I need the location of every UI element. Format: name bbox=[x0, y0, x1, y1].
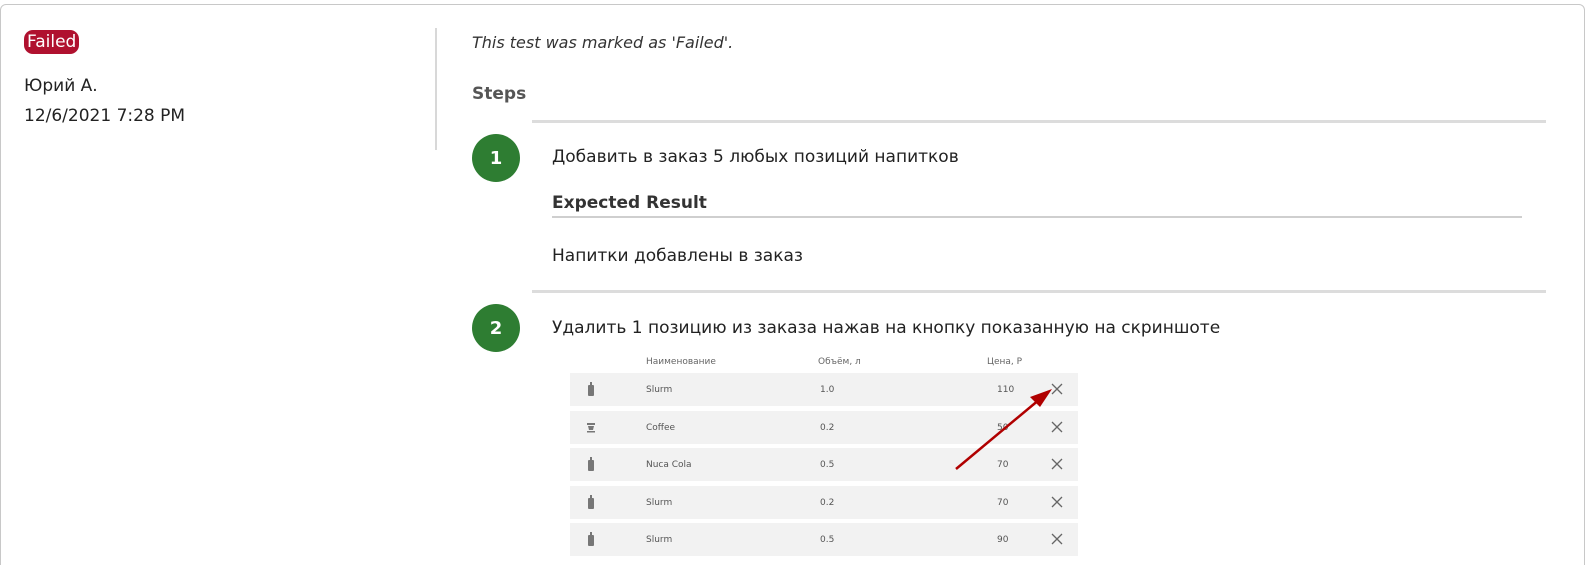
row-volume: 0.2 bbox=[820, 498, 835, 508]
row-name: Slurm bbox=[646, 535, 673, 545]
step-separator bbox=[532, 290, 1546, 293]
remove-item-icon[interactable] bbox=[1049, 419, 1065, 435]
order-row: Slurm 0.2 70 bbox=[570, 486, 1078, 519]
column-header-volume: Объём, л bbox=[818, 357, 861, 367]
remove-item-icon[interactable] bbox=[1049, 531, 1065, 547]
row-price: 70 bbox=[997, 460, 1009, 470]
order-row: Slurm 0.5 90 bbox=[570, 523, 1078, 556]
order-row: Slurm 1.0 110 bbox=[570, 373, 1078, 406]
result-date: 12/6/2021 7:28 PM bbox=[24, 106, 186, 126]
steps-heading: Steps bbox=[472, 84, 527, 104]
coffee-cup-icon bbox=[587, 423, 595, 433]
bottle-icon bbox=[588, 457, 594, 471]
row-price: 90 bbox=[997, 535, 1009, 545]
status-badge: Failed bbox=[24, 30, 80, 54]
bottle-icon bbox=[588, 532, 594, 546]
bottle-icon bbox=[588, 382, 594, 396]
row-price: 70 bbox=[997, 498, 1009, 508]
column-header-name: Наименование bbox=[646, 357, 716, 367]
remove-item-icon[interactable] bbox=[1049, 381, 1065, 397]
column-divider bbox=[435, 28, 437, 150]
author-name: Юрий А. bbox=[24, 76, 98, 96]
expected-result-separator bbox=[552, 216, 1522, 218]
step-number-badge: 2 bbox=[472, 304, 520, 352]
row-volume: 0.5 bbox=[820, 460, 835, 470]
result-meta: Failed Юрий А. 12/6/2021 7:28 PM bbox=[24, 30, 424, 128]
step-description: Добавить в заказ 5 любых позиций напитко… bbox=[552, 147, 959, 167]
expected-result-text: Напитки добавлены в заказ bbox=[552, 246, 803, 266]
row-price: 50 bbox=[997, 423, 1009, 433]
column-header-price: Цена, Р bbox=[987, 357, 1023, 367]
remove-item-icon[interactable] bbox=[1049, 456, 1065, 472]
row-name: Nuca Cola bbox=[646, 460, 692, 470]
order-row: Coffee 0.2 50 bbox=[570, 411, 1078, 444]
step-separator bbox=[532, 120, 1546, 123]
row-name: Slurm bbox=[646, 498, 673, 508]
step-screenshot: Наименование Объём, л Цена, Р Slurm 1.0 … bbox=[570, 355, 1080, 565]
result-note: This test was marked as 'Failed'. bbox=[472, 33, 734, 52]
bottle-icon bbox=[588, 495, 594, 509]
row-name: Slurm bbox=[646, 385, 673, 395]
expected-result-label: Expected Result bbox=[552, 193, 707, 213]
step-description: Удалить 1 позицию из заказа нажав на кно… bbox=[552, 318, 1221, 338]
row-name: Coffee bbox=[646, 423, 676, 433]
order-row: Nuca Cola 0.5 70 bbox=[570, 448, 1078, 481]
row-price: 110 bbox=[997, 385, 1015, 395]
row-volume: 0.2 bbox=[820, 423, 835, 433]
step-number-badge: 1 bbox=[472, 134, 520, 182]
remove-item-icon[interactable] bbox=[1049, 494, 1065, 510]
row-volume: 0.5 bbox=[820, 535, 835, 545]
row-volume: 1.0 bbox=[820, 385, 835, 395]
